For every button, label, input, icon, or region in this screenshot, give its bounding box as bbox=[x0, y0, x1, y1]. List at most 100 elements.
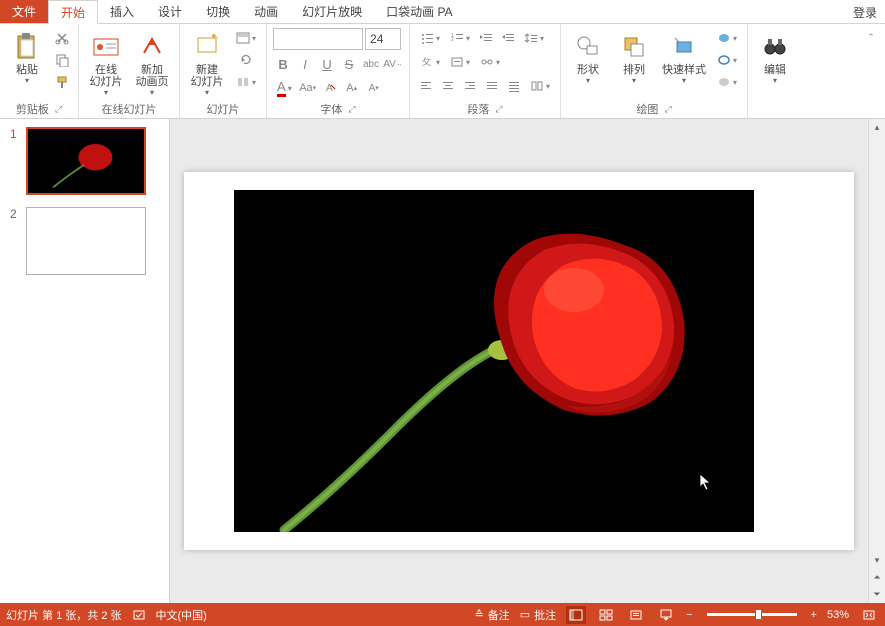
tab-insert[interactable]: 插入 bbox=[98, 0, 146, 23]
find-button[interactable]: 编辑 ▾ bbox=[754, 28, 796, 100]
status-bar: 幻灯片 第 1 张，共 2 张 中文(中国) ≙备注 ▭批注 − + 53% bbox=[0, 603, 885, 626]
svg-text:攵: 攵 bbox=[422, 56, 431, 67]
spellcheck-icon[interactable] bbox=[132, 608, 146, 622]
format-painter-button[interactable] bbox=[52, 72, 72, 92]
normal-view-button[interactable] bbox=[566, 606, 586, 624]
online-slides-button[interactable]: 在线 幻灯片 ▾ bbox=[85, 28, 127, 100]
section-button[interactable]: ▾ bbox=[232, 72, 260, 92]
shape-effects-button[interactable]: ▾ bbox=[713, 72, 741, 92]
paste-icon bbox=[11, 30, 43, 62]
fit-to-window-button[interactable] bbox=[859, 606, 879, 624]
shape-outline-button[interactable]: ▾ bbox=[713, 50, 741, 70]
scroll-down-button[interactable]: ▾ bbox=[869, 552, 885, 569]
dialog-launcher-icon[interactable]: ⤢ bbox=[55, 104, 62, 115]
decrease-indent-button[interactable] bbox=[476, 28, 496, 48]
clear-format-button[interactable]: A bbox=[320, 78, 340, 98]
animation-page-icon bbox=[136, 30, 168, 62]
distribute-button[interactable] bbox=[504, 76, 524, 96]
zoom-level[interactable]: 53% bbox=[827, 609, 849, 621]
smartart-button[interactable]: ▾ bbox=[476, 52, 504, 72]
font-name-combo[interactable] bbox=[273, 28, 363, 50]
zoom-out-button[interactable]: − bbox=[686, 609, 692, 621]
slide-thumbnails-panel: 1 2 bbox=[0, 119, 170, 603]
svg-text:2: 2 bbox=[451, 37, 454, 43]
strikethrough-button[interactable]: S bbox=[339, 54, 359, 74]
reset-button[interactable] bbox=[232, 50, 260, 70]
align-text-button[interactable]: ▾ bbox=[446, 52, 474, 72]
change-case-button[interactable]: Aa▾ bbox=[298, 78, 318, 98]
dialog-launcher-icon[interactable]: ⤢ bbox=[664, 104, 671, 115]
arrange-button[interactable]: 排列 ▾ bbox=[613, 28, 655, 100]
bullets-button[interactable]: ▾ bbox=[416, 28, 444, 48]
sorter-view-button[interactable] bbox=[596, 606, 616, 624]
font-size-combo[interactable]: 24 bbox=[365, 28, 401, 50]
line-spacing-button[interactable]: ▾ bbox=[520, 28, 548, 48]
language-indicator[interactable]: 中文(中国) bbox=[156, 607, 207, 623]
scroll-up-button[interactable]: ▴ bbox=[869, 119, 885, 136]
align-left-button[interactable] bbox=[416, 76, 436, 96]
chevron-down-icon: ▾ bbox=[150, 88, 154, 97]
italic-button[interactable]: I bbox=[295, 54, 315, 74]
group-clipboard: 粘贴 ▾ 剪贴板⤢ bbox=[0, 24, 79, 118]
justify-button[interactable] bbox=[482, 76, 502, 96]
bold-button[interactable]: B bbox=[273, 54, 293, 74]
comments-button[interactable]: ▭批注 bbox=[520, 607, 556, 623]
next-slide-button[interactable]: ⏷ bbox=[869, 586, 885, 603]
cut-button[interactable] bbox=[52, 28, 72, 48]
quick-styles-button[interactable]: 快速样式 ▾ bbox=[659, 28, 709, 100]
zoom-slider[interactable] bbox=[707, 613, 797, 616]
char-spacing-button[interactable]: AV↔ bbox=[383, 54, 403, 74]
collapse-ribbon-button[interactable]: ˆ bbox=[861, 28, 881, 48]
grow-font-button[interactable]: A▴ bbox=[342, 78, 362, 98]
shadow-button[interactable]: abc bbox=[361, 54, 381, 74]
zoom-in-button[interactable]: + bbox=[811, 609, 817, 621]
layout-button[interactable]: ▾ bbox=[232, 28, 260, 48]
tab-home[interactable]: 开始 bbox=[48, 0, 98, 24]
new-animation-page-button[interactable]: 新加 动画页 ▾ bbox=[131, 28, 173, 100]
tab-animation[interactable]: 动画 bbox=[242, 0, 290, 23]
chevron-down-icon: ▾ bbox=[682, 76, 686, 85]
slide-counter[interactable]: 幻灯片 第 1 张，共 2 张 bbox=[6, 607, 122, 623]
columns-button[interactable]: ▾ bbox=[526, 76, 554, 96]
slide-canvas[interactable] bbox=[170, 119, 868, 603]
tab-file[interactable]: 文件 bbox=[0, 0, 48, 23]
thumbnail-item[interactable]: 1 bbox=[10, 127, 159, 195]
quick-styles-icon bbox=[668, 30, 700, 62]
chevron-down-icon: ▾ bbox=[632, 76, 636, 85]
numbering-button[interactable]: 12▾ bbox=[446, 28, 474, 48]
slide-image[interactable] bbox=[234, 190, 754, 532]
prev-slide-button[interactable]: ⏶ bbox=[869, 569, 885, 586]
underline-button[interactable]: U bbox=[317, 54, 337, 74]
text-direction-button[interactable]: 攵▾ bbox=[416, 52, 444, 72]
shrink-font-button[interactable]: A▾ bbox=[364, 78, 384, 98]
font-color-button[interactable]: A▾ bbox=[273, 78, 296, 98]
new-slide-button[interactable]: 新建 幻灯片 ▾ bbox=[186, 28, 228, 100]
copy-button[interactable] bbox=[52, 50, 72, 70]
tab-bar: 文件 开始 插入 设计 切换 动画 幻灯片放映 口袋动画 PA 登录 bbox=[0, 0, 885, 24]
online-slides-icon bbox=[90, 30, 122, 62]
current-slide[interactable] bbox=[184, 172, 854, 550]
notes-button[interactable]: ≙备注 bbox=[474, 607, 509, 623]
dialog-launcher-icon[interactable]: ⤢ bbox=[495, 104, 502, 115]
tab-slideshow[interactable]: 幻灯片放映 bbox=[290, 0, 374, 23]
thumbnail-item[interactable]: 2 bbox=[10, 207, 159, 275]
dialog-launcher-icon[interactable]: ⤢ bbox=[348, 104, 355, 115]
shapes-button[interactable]: 形状 ▾ bbox=[567, 28, 609, 100]
ribbon: 粘贴 ▾ 剪贴板⤢ 在线 幻灯片 ▾ 新加 动画页 ▾ 在线幻灯片 bbox=[0, 24, 885, 119]
paste-button[interactable]: 粘贴 ▾ bbox=[6, 28, 48, 100]
arrange-icon bbox=[618, 30, 650, 62]
increase-indent-button[interactable] bbox=[498, 28, 518, 48]
align-center-button[interactable] bbox=[438, 76, 458, 96]
tab-pocket[interactable]: 口袋动画 PA bbox=[374, 0, 464, 23]
shape-fill-button[interactable]: ▾ bbox=[713, 28, 741, 48]
login-link[interactable]: 登录 bbox=[845, 0, 885, 23]
group-drawing: 形状 ▾ 排列 ▾ 快速样式 ▾ ▾ ▾ ▾ 绘图⤢ bbox=[561, 24, 748, 118]
reading-view-button[interactable] bbox=[626, 606, 646, 624]
tab-design[interactable]: 设计 bbox=[146, 0, 194, 23]
align-right-button[interactable] bbox=[460, 76, 480, 96]
vertical-scrollbar[interactable]: ▴ ▾ ⏶ ⏷ bbox=[868, 119, 885, 603]
thumbnail-slide-2[interactable] bbox=[26, 207, 146, 275]
slideshow-view-button[interactable] bbox=[656, 606, 676, 624]
thumbnail-slide-1[interactable] bbox=[26, 127, 146, 195]
tab-transition[interactable]: 切换 bbox=[194, 0, 242, 23]
